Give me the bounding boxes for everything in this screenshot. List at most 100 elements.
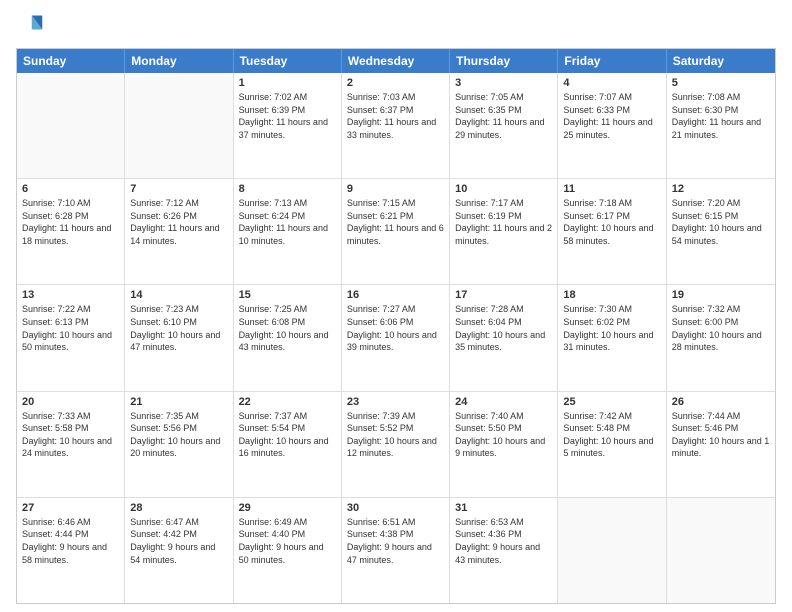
day-cell-24: 24 Sunrise: 7:40 AM Sunset: 5:50 PM Dayli… <box>450 392 558 497</box>
day-number: 14 <box>130 289 227 301</box>
day-cell-3: 3 Sunrise: 7:05 AM Sunset: 6:35 PM Daylig… <box>450 73 558 178</box>
day-info: Sunrise: 7:22 AM Sunset: 6:13 PM Dayligh… <box>22 303 119 353</box>
week-row-2: 13 Sunrise: 7:22 AM Sunset: 6:13 PM Dayli… <box>17 285 775 391</box>
day-info: Sunrise: 6:47 AM Sunset: 4:42 PM Dayligh… <box>130 516 227 566</box>
week-row-1: 6 Sunrise: 7:10 AM Sunset: 6:28 PM Daylig… <box>17 179 775 285</box>
day-cell-8: 8 Sunrise: 7:13 AM Sunset: 6:24 PM Daylig… <box>234 179 342 284</box>
day-cell-15: 15 Sunrise: 7:25 AM Sunset: 6:08 PM Dayli… <box>234 285 342 390</box>
day-info: Sunrise: 7:10 AM Sunset: 6:28 PM Dayligh… <box>22 197 119 247</box>
day-cell-16: 16 Sunrise: 7:27 AM Sunset: 6:06 PM Dayli… <box>342 285 450 390</box>
day-info: Sunrise: 7:35 AM Sunset: 5:56 PM Dayligh… <box>130 410 227 460</box>
day-info: Sunrise: 7:23 AM Sunset: 6:10 PM Dayligh… <box>130 303 227 353</box>
day-number: 4 <box>563 77 660 89</box>
week-row-3: 20Sunrise: 7:33 AM Sunset: 5:58 PM Dayli… <box>17 392 775 498</box>
day-number: 27 <box>22 502 119 514</box>
day-info: Sunrise: 6:49 AM Sunset: 4:40 PM Dayligh… <box>239 516 336 566</box>
day-number: 2 <box>347 77 444 89</box>
day-cell-5: 5 Sunrise: 7:08 AM Sunset: 6:30 PM Daylig… <box>667 73 775 178</box>
day-cell-26: 26Sunrise: 7:44 AM Sunset: 5:46 PM Dayli… <box>667 392 775 497</box>
day-cell-19: 19 Sunrise: 7:32 AM Sunset: 6:00 PM Dayli… <box>667 285 775 390</box>
day-info: Sunrise: 7:30 AM Sunset: 6:02 PM Dayligh… <box>563 303 660 353</box>
day-number: 10 <box>455 183 552 195</box>
calendar-body: 1Sunrise: 7:02 AM Sunset: 6:39 PM Daylig… <box>17 73 775 603</box>
empty-cell <box>667 498 775 603</box>
header-cell-sunday: Sunday <box>17 49 125 73</box>
day-number: 24 <box>455 396 552 408</box>
calendar: SundayMondayTuesdayWednesdayThursdayFrid… <box>16 48 776 604</box>
day-cell-21: 21 Sunrise: 7:35 AM Sunset: 5:56 PM Dayli… <box>125 392 233 497</box>
day-number: 18 <box>563 289 660 301</box>
day-info: Sunrise: 7:28 AM Sunset: 6:04 PM Dayligh… <box>455 303 552 353</box>
header-cell-wednesday: Wednesday <box>342 49 450 73</box>
day-cell-12: 12Sunrise: 7:20 AM Sunset: 6:15 PM Dayli… <box>667 179 775 284</box>
day-info: Sunrise: 6:51 AM Sunset: 4:38 PM Dayligh… <box>347 516 444 566</box>
day-cell-30: 30 Sunrise: 6:51 AM Sunset: 4:38 PM Dayli… <box>342 498 450 603</box>
day-number: 8 <box>239 183 336 195</box>
day-info: Sunrise: 7:39 AM Sunset: 5:52 PM Dayligh… <box>347 410 444 460</box>
day-number: 23 <box>347 396 444 408</box>
day-cell-14: 14 Sunrise: 7:23 AM Sunset: 6:10 PM Dayli… <box>125 285 233 390</box>
day-number: 9 <box>347 183 444 195</box>
day-number: 12 <box>672 183 770 195</box>
week-row-0: 1Sunrise: 7:02 AM Sunset: 6:39 PM Daylig… <box>17 73 775 179</box>
day-info: Sunrise: 7:08 AM Sunset: 6:30 PM Dayligh… <box>672 91 770 141</box>
day-number: 21 <box>130 396 227 408</box>
day-cell-9: 9 Sunrise: 7:15 AM Sunset: 6:21 PM Daylig… <box>342 179 450 284</box>
day-info: Sunrise: 7:27 AM Sunset: 6:06 PM Dayligh… <box>347 303 444 353</box>
header <box>16 12 776 40</box>
day-number: 17 <box>455 289 552 301</box>
day-number: 13 <box>22 289 119 301</box>
day-info: Sunrise: 7:37 AM Sunset: 5:54 PM Dayligh… <box>239 410 336 460</box>
day-cell-29: 29 Sunrise: 6:49 AM Sunset: 4:40 PM Dayli… <box>234 498 342 603</box>
day-cell-1: 1Sunrise: 7:02 AM Sunset: 6:39 PM Daylig… <box>234 73 342 178</box>
day-cell-13: 13 Sunrise: 7:22 AM Sunset: 6:13 PM Dayli… <box>17 285 125 390</box>
day-cell-7: 7 Sunrise: 7:12 AM Sunset: 6:26 PM Daylig… <box>125 179 233 284</box>
day-number: 26 <box>672 396 770 408</box>
day-info: Sunrise: 7:13 AM Sunset: 6:24 PM Dayligh… <box>239 197 336 247</box>
day-cell-31: 31 Sunrise: 6:53 AM Sunset: 4:36 PM Dayli… <box>450 498 558 603</box>
day-cell-11: 11Sunrise: 7:18 AM Sunset: 6:17 PM Dayli… <box>558 179 666 284</box>
day-number: 15 <box>239 289 336 301</box>
logo-icon <box>16 12 44 40</box>
day-info: Sunrise: 7:03 AM Sunset: 6:37 PM Dayligh… <box>347 91 444 141</box>
day-cell-28: 28 Sunrise: 6:47 AM Sunset: 4:42 PM Dayli… <box>125 498 233 603</box>
page: SundayMondayTuesdayWednesdayThursdayFrid… <box>0 0 792 612</box>
day-number: 31 <box>455 502 552 514</box>
day-info: Sunrise: 7:05 AM Sunset: 6:35 PM Dayligh… <box>455 91 552 141</box>
day-number: 16 <box>347 289 444 301</box>
day-info: Sunrise: 6:46 AM Sunset: 4:44 PM Dayligh… <box>22 516 119 566</box>
header-cell-monday: Monday <box>125 49 233 73</box>
day-cell-27: 27 Sunrise: 6:46 AM Sunset: 4:44 PM Dayli… <box>17 498 125 603</box>
day-number: 3 <box>455 77 552 89</box>
day-info: Sunrise: 6:53 AM Sunset: 4:36 PM Dayligh… <box>455 516 552 566</box>
header-cell-friday: Friday <box>558 49 666 73</box>
day-number: 19 <box>672 289 770 301</box>
day-number: 29 <box>239 502 336 514</box>
day-number: 28 <box>130 502 227 514</box>
header-cell-saturday: Saturday <box>667 49 775 73</box>
day-cell-25: 25Sunrise: 7:42 AM Sunset: 5:48 PM Dayli… <box>558 392 666 497</box>
day-info: Sunrise: 7:33 AM Sunset: 5:58 PM Dayligh… <box>22 410 119 460</box>
empty-cell <box>125 73 233 178</box>
day-number: 30 <box>347 502 444 514</box>
day-cell-4: 4 Sunrise: 7:07 AM Sunset: 6:33 PM Daylig… <box>558 73 666 178</box>
empty-cell <box>17 73 125 178</box>
day-number: 6 <box>22 183 119 195</box>
day-info: Sunrise: 7:25 AM Sunset: 6:08 PM Dayligh… <box>239 303 336 353</box>
header-cell-thursday: Thursday <box>450 49 558 73</box>
day-info: Sunrise: 7:15 AM Sunset: 6:21 PM Dayligh… <box>347 197 444 247</box>
day-number: 5 <box>672 77 770 89</box>
day-info: Sunrise: 7:07 AM Sunset: 6:33 PM Dayligh… <box>563 91 660 141</box>
day-cell-20: 20Sunrise: 7:33 AM Sunset: 5:58 PM Dayli… <box>17 392 125 497</box>
day-info: Sunrise: 7:40 AM Sunset: 5:50 PM Dayligh… <box>455 410 552 460</box>
day-info: Sunrise: 7:32 AM Sunset: 6:00 PM Dayligh… <box>672 303 770 353</box>
day-cell-6: 6 Sunrise: 7:10 AM Sunset: 6:28 PM Daylig… <box>17 179 125 284</box>
calendar-header-row: SundayMondayTuesdayWednesdayThursdayFrid… <box>17 49 775 73</box>
day-info: Sunrise: 7:02 AM Sunset: 6:39 PM Dayligh… <box>239 91 336 141</box>
logo-area <box>16 12 48 40</box>
day-info: Sunrise: 7:12 AM Sunset: 6:26 PM Dayligh… <box>130 197 227 247</box>
day-number: 7 <box>130 183 227 195</box>
day-cell-23: 23 Sunrise: 7:39 AM Sunset: 5:52 PM Dayli… <box>342 392 450 497</box>
day-cell-18: 18 Sunrise: 7:30 AM Sunset: 6:02 PM Dayli… <box>558 285 666 390</box>
day-number: 11 <box>563 183 660 195</box>
